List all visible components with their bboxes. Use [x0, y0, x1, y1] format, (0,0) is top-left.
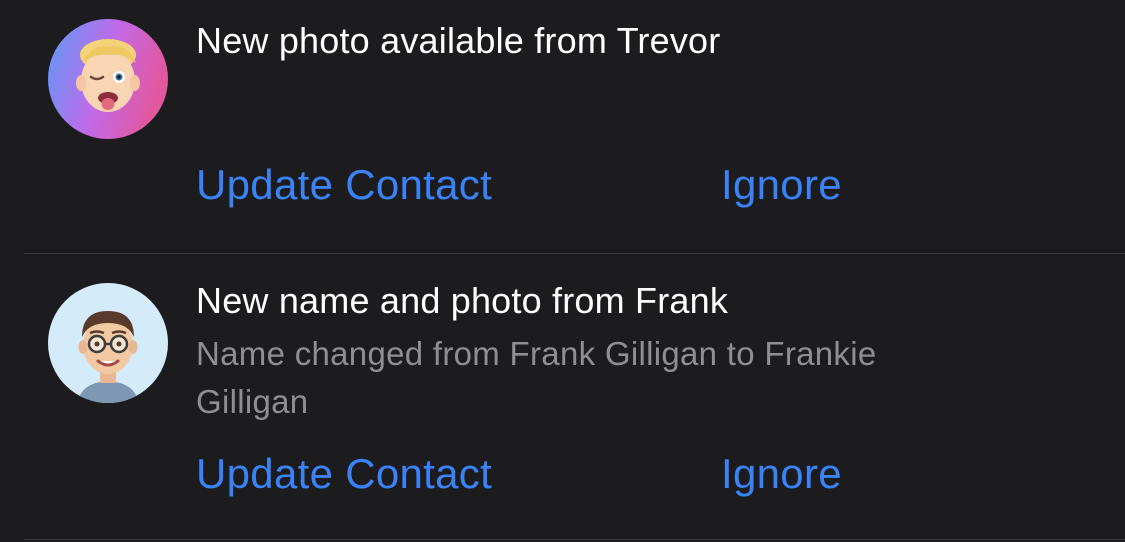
- trevor-avatar: [48, 19, 168, 139]
- row-separator: [24, 539, 1125, 540]
- ignore-button[interactable]: Ignore: [721, 160, 842, 210]
- update-contact-button[interactable]: Update Contact: [196, 160, 492, 210]
- ignore-button[interactable]: Ignore: [721, 449, 842, 499]
- notification-row-frank: New name and photo from Frank Name chang…: [0, 254, 1125, 540]
- memoji-frank-icon: [48, 283, 168, 403]
- notification-title: New name and photo from Frank: [196, 280, 729, 321]
- frank-avatar: [48, 283, 168, 403]
- update-contact-button[interactable]: Update Contact: [196, 449, 492, 499]
- notification-title: New photo available from Trevor: [196, 20, 721, 61]
- notification-row-trevor: New photo available from Trevor Update C…: [0, 0, 1125, 254]
- notification-subtitle: Name changed from Frank Gilligan to Fran…: [196, 335, 877, 420]
- memoji-trevor-icon: [48, 19, 168, 139]
- contact-updates-list: New photo available from Trevor Update C…: [0, 0, 1125, 542]
